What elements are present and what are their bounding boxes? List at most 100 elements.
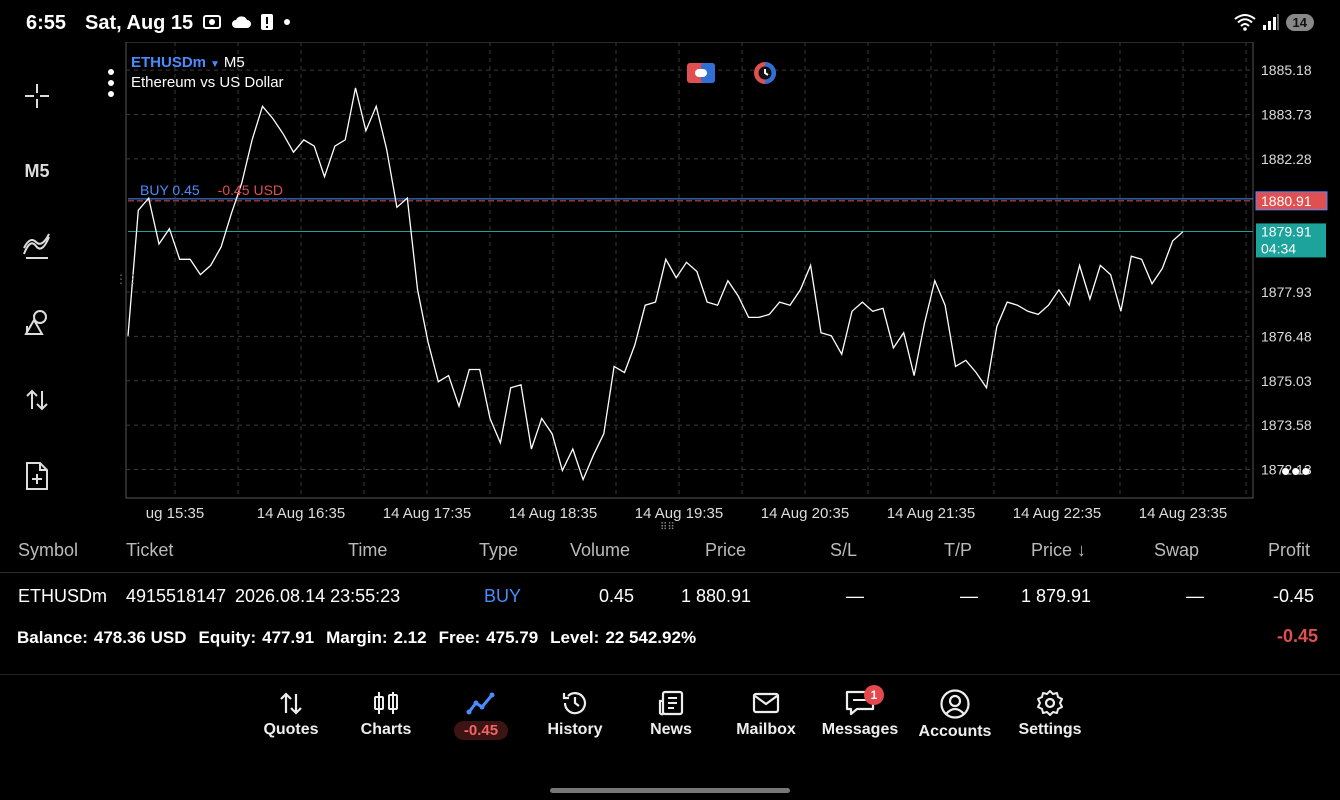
summary-free: Free: 475.79 (438, 628, 539, 647)
col-ticket[interactable]: Ticket (126, 540, 173, 561)
x-tick-label: 14 Aug 23:35 (1139, 505, 1227, 522)
cell-ticket: 4915518147 (126, 586, 227, 606)
cell-price-current: 1 879.91 (1021, 586, 1092, 606)
nav-trade[interactable]: -0.45 (433, 689, 529, 755)
chart-drag-handle[interactable]: ⋮⋮ (115, 272, 139, 286)
nav-news-label: News (650, 721, 692, 738)
header-divider (0, 572, 1340, 573)
nav-charts[interactable]: Charts (338, 689, 434, 755)
nav-messages-label: Messages (821, 721, 899, 738)
cell-swap: — (1186, 586, 1204, 606)
signal-icon (1262, 14, 1279, 30)
alert-icon (261, 14, 273, 30)
document-plus-icon (26, 462, 48, 490)
col-sl[interactable]: S/L (830, 540, 857, 561)
x-tick-label: 14 Aug 22:35 (1013, 505, 1101, 522)
cell-symbol: ETHUSDm (18, 586, 107, 606)
y-tick-label: 1882.28 (1261, 151, 1312, 167)
summary-profit: -0.45 (1276, 626, 1318, 646)
bar-countdown: 04:34 (1261, 240, 1296, 256)
cell-type: BUY (484, 586, 522, 606)
nav-history[interactable]: History (527, 689, 623, 755)
x-tick-label: 14 Aug 18:35 (509, 505, 597, 522)
status-notification-icons (202, 13, 292, 31)
shapes-icon (24, 310, 47, 335)
chart-canvas[interactable]: 1885.18 1883.73 1882.28 1877.93 1876.48 1875.… (75, 42, 1340, 524)
col-price[interactable]: Price (705, 540, 746, 561)
col-volume[interactable]: Volume (570, 540, 630, 561)
price-axis: 1885.18 1883.73 1882.28 1877.93 1876.48 1875.… (1261, 62, 1312, 477)
summary-margin: Margin: 2.12 (326, 628, 427, 647)
nav-mailbox-label: Mailbox (736, 721, 796, 738)
crosshair-tool[interactable] (12, 74, 62, 118)
price-chart[interactable]: 1885.18 1883.73 1882.28 1877.93 1876.48 1875.… (75, 42, 1340, 524)
cell-sl: — (846, 586, 864, 606)
wifi-icon (1233, 14, 1256, 31)
mail-icon (752, 692, 780, 714)
col-price-current[interactable]: Price ↓ (1031, 540, 1086, 561)
order-profit: -0.45 USD (217, 182, 284, 198)
nav-settings[interactable]: Settings (1002, 689, 1098, 755)
timeframe-label: M5 (24, 160, 50, 181)
status-time: 6:55 (26, 12, 67, 34)
nav-quotes[interactable]: Quotes (243, 689, 339, 755)
y-tick-label: 1885.18 (1261, 62, 1312, 78)
nav-mailbox[interactable]: Mailbox (718, 689, 814, 755)
y-tick-label: 1876.48 (1261, 328, 1312, 344)
position-order-label[interactable]: BUY 0.45 -0.45 USD (140, 182, 283, 198)
chart-timeframe: M5 (223, 54, 245, 71)
symbol-selector[interactable]: ETHUSDm ▼ M5 (131, 54, 245, 71)
x-tick-label: 14 Aug 21:35 (887, 505, 975, 522)
nav-trade-profit: -0.45 (453, 721, 509, 740)
col-symbol[interactable]: Symbol (18, 540, 78, 561)
trade-button[interactable] (12, 378, 62, 422)
objects-button[interactable] (12, 300, 62, 344)
chart-menu-icon[interactable] (103, 68, 119, 102)
nav-accounts[interactable]: Accounts (907, 689, 1003, 755)
cell-tp: — (960, 586, 978, 606)
y-tick-label: 1877.93 (1261, 284, 1312, 300)
cloud-icon (232, 16, 251, 28)
indicators-icon (23, 233, 50, 259)
nav-quotes-label: Quotes (263, 721, 319, 738)
col-type[interactable]: Type (479, 540, 518, 561)
x-tick-label: 14 Aug 20:35 (761, 505, 849, 522)
col-tp[interactable]: T/P (944, 540, 972, 561)
symbol-name: ETHUSDm (131, 54, 207, 71)
col-time[interactable]: Time (348, 540, 387, 561)
x-tick-label: 14 Aug 16:35 (257, 505, 345, 522)
bid-price-tag: 1879.91 04:34 (1256, 223, 1326, 258)
more-options-icon[interactable]: ••• (1281, 458, 1311, 484)
chart-border (125, 42, 1254, 499)
status-system-icons: 14 (1233, 13, 1314, 31)
col-swap[interactable]: Swap (1154, 540, 1199, 561)
symbol-description: Ethereum vs US Dollar (131, 74, 284, 91)
panel-resize-handle[interactable]: ⠿⠿ (660, 522, 675, 533)
open-price-value: 1880.91 (1261, 193, 1312, 209)
one-click-trading-icon[interactable] (686, 60, 716, 86)
nav-news[interactable]: News (623, 689, 719, 755)
price-series-line (127, 87, 1184, 482)
col-profit[interactable]: Profit (1268, 540, 1310, 561)
new-order-button[interactable] (12, 454, 62, 498)
chart-toolbar: M5 (0, 42, 74, 524)
nav-messages[interactable]: 1 Messages (812, 685, 908, 755)
cell-price: 1 880.91 (681, 586, 752, 606)
trade-chart-icon (466, 692, 495, 715)
open-price-tag: 1880.91 (1255, 191, 1328, 211)
account-summary: Balance: 478.36 USD Equity: 477.91 Margin:… (17, 628, 696, 648)
market-clock-icon[interactable] (750, 60, 780, 86)
order-type-volume: BUY 0.45 (140, 182, 200, 198)
dropdown-arrow-icon: ▼ (210, 59, 220, 70)
y-tick-label: 1873.58 (1261, 417, 1312, 433)
status-bar: 6:55 Sat, Aug 15 14 (0, 0, 1340, 44)
summary-equity: Equity: 477.91 (198, 628, 315, 647)
y-tick-label: 1883.73 (1261, 107, 1312, 123)
home-indicator[interactable] (550, 788, 790, 793)
y-tick-label: 1875.03 (1261, 373, 1312, 389)
positions-panel: ⠿⠿ Symbol Ticket Time Type Volume Price … (0, 522, 1340, 674)
timeframe-button[interactable]: M5 (12, 149, 62, 193)
time-axis: ug 15:35 14 Aug 16:35 14 Aug 17:35 14 Aug 1… (146, 505, 1227, 522)
nav-settings-label: Settings (1018, 721, 1082, 738)
indicators-button[interactable] (12, 224, 62, 268)
